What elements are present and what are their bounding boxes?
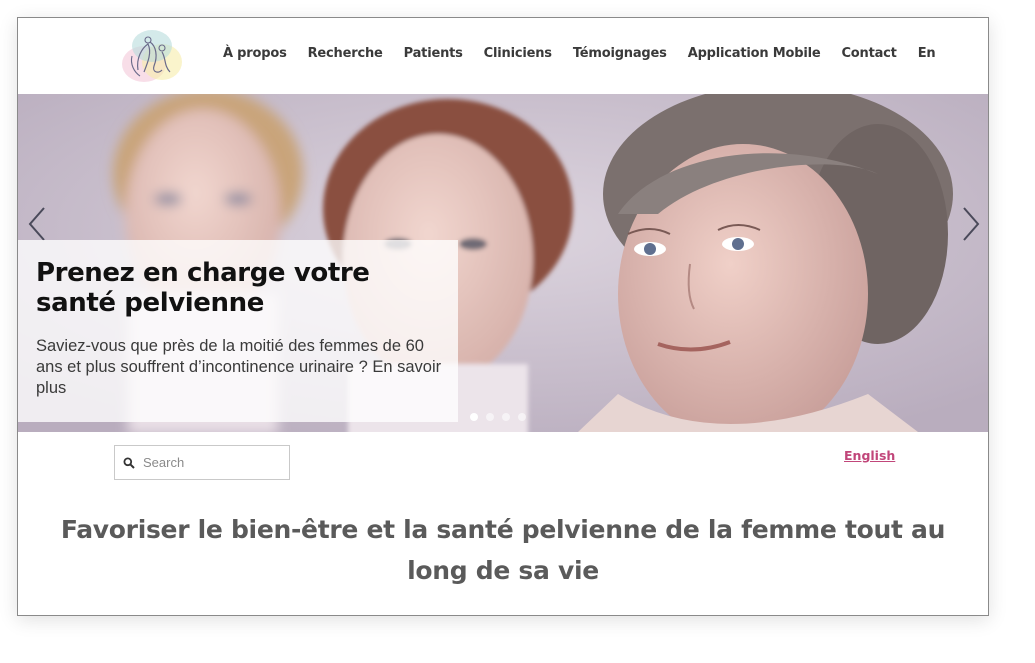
hero-carousel: Prenez en charge votre santé pelvienne S… [18, 94, 988, 432]
english-link[interactable]: English [844, 448, 895, 463]
carousel-dot-4[interactable] [518, 413, 526, 421]
nav-item-recherche[interactable]: Recherche [308, 46, 383, 61]
carousel-dot-3[interactable] [502, 413, 510, 421]
page-tagline: Favoriser le bien-être et la santé pelvi… [60, 515, 946, 585]
browser-frame: À propos Recherche Patients Cliniciens T… [17, 17, 989, 616]
carousel-dot-1[interactable] [470, 413, 478, 421]
chevron-right-icon[interactable] [956, 204, 986, 244]
logo-icon[interactable] [118, 26, 184, 84]
chevron-left-icon[interactable] [22, 204, 52, 244]
hero-text[interactable]: Saviez-vous que près de la moitié des fe… [36, 336, 446, 399]
nav-item-contact[interactable]: Contact [841, 46, 896, 61]
search-input[interactable] [143, 447, 283, 478]
main-nav: À propos Recherche Patients Cliniciens T… [223, 46, 956, 61]
nav-item-temoignages[interactable]: Témoignages [573, 46, 667, 61]
nav-item-a-propos[interactable]: À propos [223, 46, 287, 61]
carousel-dots [470, 413, 526, 421]
nav-item-application-mobile[interactable]: Application Mobile [688, 46, 821, 61]
nav-item-language-en[interactable]: En [918, 46, 936, 61]
search-icon[interactable] [115, 446, 143, 479]
nav-item-cliniciens[interactable]: Cliniciens [484, 46, 552, 61]
hero-title: Prenez en charge votre santé pelvienne [36, 258, 370, 318]
hero-caption: Prenez en charge votre santé pelvienne S… [18, 240, 458, 422]
search-box [114, 445, 290, 480]
site-header: À propos Recherche Patients Cliniciens T… [18, 18, 988, 94]
nav-item-patients[interactable]: Patients [404, 46, 463, 61]
carousel-dot-2[interactable] [486, 413, 494, 421]
